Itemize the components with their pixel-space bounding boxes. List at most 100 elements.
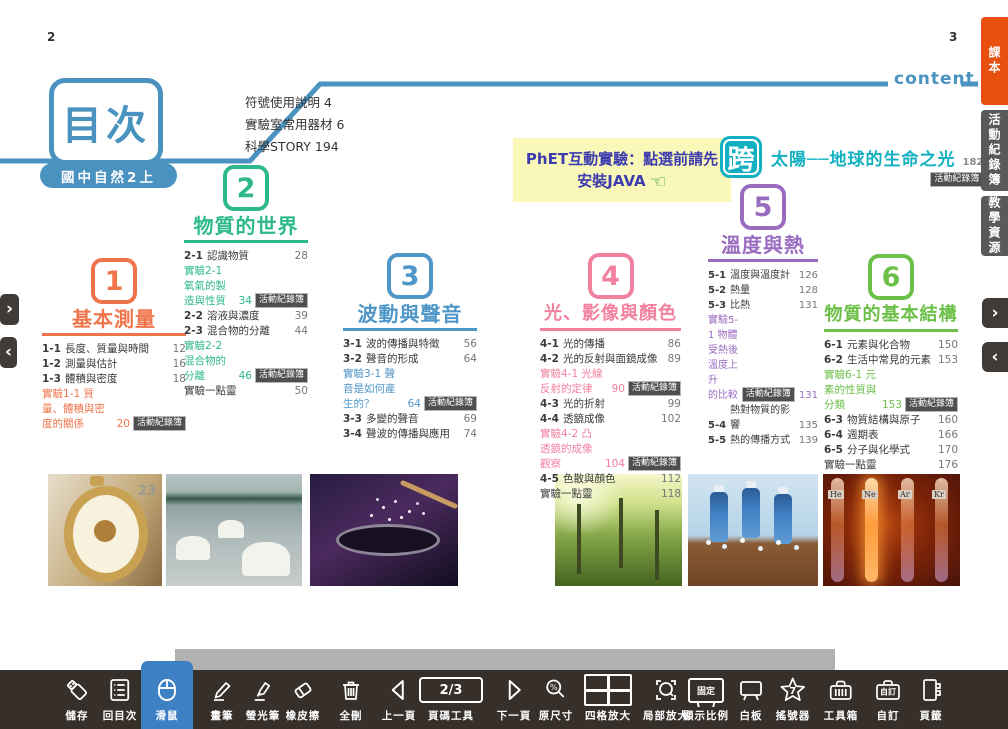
toc-item[interactable]: 1-1 長度、質量與時間 12 xyxy=(42,342,186,357)
toc-item[interactable]: 實驗一點靈 176 xyxy=(824,458,958,473)
toc-item[interactable]: 6-3 物質結構與原子 160 xyxy=(824,413,958,428)
toc-item[interactable]: 1-3 體積與密度 18 xyxy=(42,372,186,387)
toolbar-item-pen[interactable]: 畫筆 xyxy=(209,675,235,723)
section-number-badge: 3 xyxy=(387,253,433,299)
item-title: 光的反射與面鏡成像 xyxy=(563,352,664,367)
toc-item[interactable]: 5-2 熱量 128 xyxy=(708,283,818,298)
toc-item[interactable]: 實驗1-1 質量、體積與密 度的關係 20 活動紀錄簿 xyxy=(42,387,186,432)
left-prev-arrow-button[interactable]: ‹ xyxy=(0,337,17,368)
side-tab[interactable]: 活動紀錄簿 xyxy=(981,110,1008,191)
item-number: 1-1 xyxy=(42,342,61,357)
toolbar-item-mouse[interactable]: 滑鼠 xyxy=(141,661,193,729)
toc-item[interactable]: 4-4 透鏡成像 102 xyxy=(540,412,681,427)
toc-item[interactable]: 4-1 光的傳播 86 xyxy=(540,337,681,352)
toc-item[interactable]: 3-2 聲音的形成 64 xyxy=(343,352,477,367)
toc-section-s6: 6 物質的基本結構 6-1 元素與化合物 150 6-2 生活中常見的元素 15… xyxy=(824,254,958,473)
item-page: 170 xyxy=(938,443,958,458)
toc-item[interactable]: 5-5 熱的傳播方式 139 xyxy=(708,433,818,448)
tool-label: 全刪 xyxy=(340,708,363,723)
toc-item[interactable]: 4-2 光的反射與面鏡成像 89 xyxy=(540,352,681,367)
toc-item[interactable]: 實驗一點靈 118 xyxy=(540,487,681,502)
tool-label: 上一頁 xyxy=(382,708,417,723)
toc-item[interactable]: 實驗2-2 混合物的分離 46 活動紀錄簿 xyxy=(184,339,308,384)
toolbar-item-next-page[interactable]: 下一頁 xyxy=(497,675,532,723)
activity-book-tag[interactable]: 活動紀錄簿 xyxy=(424,396,477,411)
item-title: 元素與化合物 xyxy=(847,338,934,353)
toc-item[interactable]: 1-2 測量與估計 16 xyxy=(42,357,186,372)
toolbar-item-custom[interactable]: 自訂 自訂 xyxy=(874,675,902,723)
section-rule xyxy=(184,240,308,243)
toc-item[interactable]: 6-2 生活中常見的元素 153 xyxy=(824,353,958,368)
toc-item[interactable]: 3-3 多變的聲音 69 xyxy=(343,412,477,427)
section-number-badge: 4 xyxy=(588,253,634,299)
activity-book-tag[interactable]: 活動紀錄簿 xyxy=(255,368,308,383)
toc-icon xyxy=(107,675,133,705)
toolbar-item-page-tabs[interactable]: 頁籤 xyxy=(918,675,944,723)
toc-item[interactable]: 4-5 色散與顏色 112 xyxy=(540,472,681,487)
item-title: 熱對物質的影響 xyxy=(730,403,795,433)
toolbar-item-eraser[interactable]: 橡皮擦 xyxy=(286,675,321,723)
item-page: 39 xyxy=(295,309,308,324)
side-tab[interactable]: 課本 xyxy=(981,17,1008,105)
toolbar-item-delete-all[interactable]: 全刪 xyxy=(338,675,364,723)
toolbar-item-page-tool[interactable]: 2/3 頁碼工具 xyxy=(419,675,483,723)
item-title: 實驗2-2 混合物的分離 xyxy=(184,339,235,384)
item-number: 4-2 xyxy=(540,352,559,367)
toolbar-item-toc[interactable]: 回目次 xyxy=(103,675,138,723)
toc-item[interactable]: 實驗5-1 物體受熱後溫度上升 的比較 131 活動紀錄簿 xyxy=(708,313,818,403)
toolbar-item-prev-page[interactable]: 上一頁 xyxy=(382,675,417,723)
toc-item[interactable]: 實驗4-2 凸透鏡的成像觀察 104 活動紀錄簿 xyxy=(540,427,681,472)
activity-book-tag[interactable]: 活動紀錄簿 xyxy=(628,456,681,471)
item-number: 5-4 xyxy=(708,418,726,433)
toolbar-item-number-picker[interactable]: 7 搖號器 xyxy=(776,675,811,723)
toc-item[interactable]: 6-4 週期表 166 xyxy=(824,428,958,443)
item-title: 認識物質 xyxy=(207,249,291,264)
toolbar-item-display-ratio[interactable]: 固定 顯示比例 xyxy=(683,675,729,723)
section-item-list: 6-1 元素與化合物 150 6-2 生活中常見的元素 153 實驗6-1 元素… xyxy=(824,338,958,473)
activity-book-tag[interactable]: 活動紀錄簿 xyxy=(133,416,186,431)
activity-book-tag[interactable]: 活動紀錄簿 xyxy=(628,381,681,396)
toc-item[interactable]: 4-3 光的折射 99 xyxy=(540,397,681,412)
toolbar-item-highlighter[interactable]: 螢光筆 xyxy=(246,675,281,723)
activity-book-tag[interactable]: 活動紀錄簿 xyxy=(905,397,958,412)
number-picker-icon: 7 xyxy=(779,675,807,705)
toc-section-s3: 3 波動與聲音 3-1 波的傳播與特徵 56 3-2 聲音的形成 64 實驗3-… xyxy=(343,253,477,442)
toc-item[interactable]: 實驗6-1 元素的性質與分類 153 活動紀錄簿 xyxy=(824,368,958,413)
tool-label: 儲存 xyxy=(66,708,89,723)
section-title: 物質的基本結構 xyxy=(825,303,958,327)
toc-item[interactable]: 實驗2-1 氧氣的製造與性質 34 活動紀錄簿 xyxy=(184,264,308,309)
toolbar-item-save[interactable]: 儲存 xyxy=(64,675,90,723)
left-next-arrow-button[interactable]: › xyxy=(0,294,19,325)
toolbar-item-whiteboard[interactable]: 白板 xyxy=(738,675,764,723)
item-number: 4-3 xyxy=(540,397,559,412)
toc-item[interactable]: 5-4 熱對物質的影響 135 xyxy=(708,403,818,433)
toc-item[interactable]: 3-1 波的傳播與特徵 56 xyxy=(343,337,477,352)
right-prev-arrow-button[interactable]: ‹ xyxy=(982,342,1008,372)
side-tab[interactable]: 教學資源 xyxy=(981,196,1008,256)
toolbar-item-quad-zoom[interactable]: 四格放大 xyxy=(584,675,632,723)
section-number-badge: 1 xyxy=(91,258,137,304)
toc-item[interactable]: 實驗一點靈 50 xyxy=(184,384,308,399)
toc-item[interactable]: 實驗3-1 聲音是如何產生的？ 64 活動紀錄簿 xyxy=(343,367,477,412)
toc-item[interactable]: 5-3 比熱 131 xyxy=(708,298,818,313)
item-title: 實驗4-2 凸透鏡的成像觀察 xyxy=(540,427,601,472)
item-number: 5-3 xyxy=(708,298,726,313)
activity-book-tag[interactable]: 活動紀錄簿 xyxy=(742,387,795,402)
toc-item[interactable]: 3-4 聲波的傳播與應用 74 xyxy=(343,427,477,442)
toc-item[interactable]: 5-1 溫度與溫度計 126 xyxy=(708,268,818,283)
item-page: 176 xyxy=(938,458,958,473)
item-page: 166 xyxy=(938,428,958,443)
item-title: 聲音的形成 xyxy=(366,352,460,367)
toolbar-item-toolbox[interactable]: 工具箱 xyxy=(824,675,859,723)
toc-item[interactable]: 2-3 混合物的分離 44 xyxy=(184,324,308,339)
toc-item[interactable]: 6-5 分子與化學式 170 xyxy=(824,443,958,458)
toc-item[interactable]: 6-1 元素與化合物 150 xyxy=(824,338,958,353)
toc-item[interactable]: 2-2 溶液與濃度 39 xyxy=(184,309,308,324)
right-next-arrow-button[interactable]: › xyxy=(982,298,1008,328)
toolbar-item-original-size[interactable]: % 原尺寸 xyxy=(539,675,574,723)
item-title: 物質結構與原子 xyxy=(847,413,934,428)
toc-item[interactable]: 2-1 認識物質 28 xyxy=(184,249,308,264)
activity-book-tag[interactable]: 活動紀錄簿 xyxy=(255,293,308,308)
item-title: 色散與顏色 xyxy=(563,472,657,487)
toc-item[interactable]: 實驗4-1 光線反射的定律 90 活動紀錄簿 xyxy=(540,367,681,397)
